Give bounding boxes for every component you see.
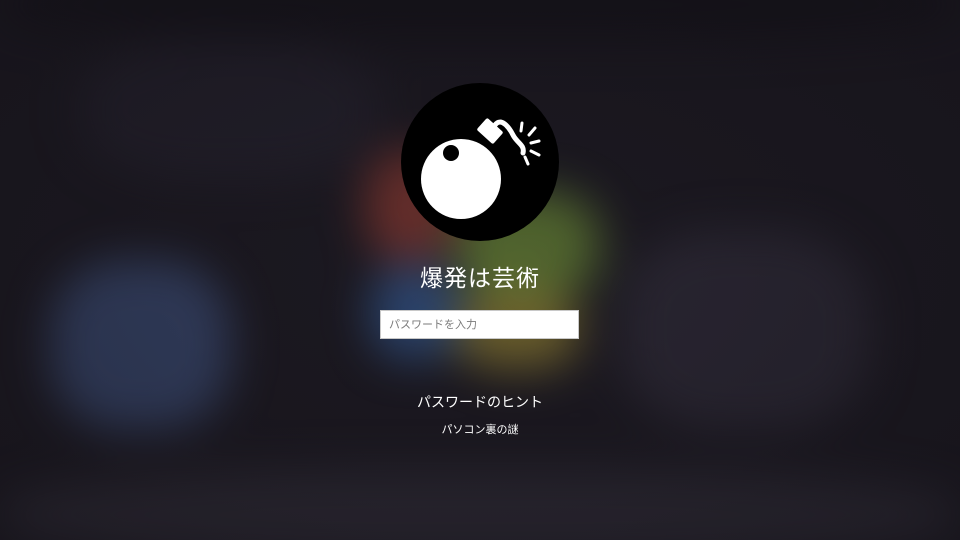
user-name: 爆発は芸術 — [420, 266, 540, 292]
lock-screen: 爆発は芸術 パスワードのヒント パソコン裏の謎 — [0, 0, 960, 540]
password-input[interactable] — [380, 310, 579, 339]
bomb-icon — [421, 118, 541, 219]
user-avatar — [401, 83, 559, 241]
password-hint-link[interactable]: パスワードのヒント — [380, 392, 580, 412]
password-hint-text: パソコン裏の謎 — [441, 423, 519, 436]
